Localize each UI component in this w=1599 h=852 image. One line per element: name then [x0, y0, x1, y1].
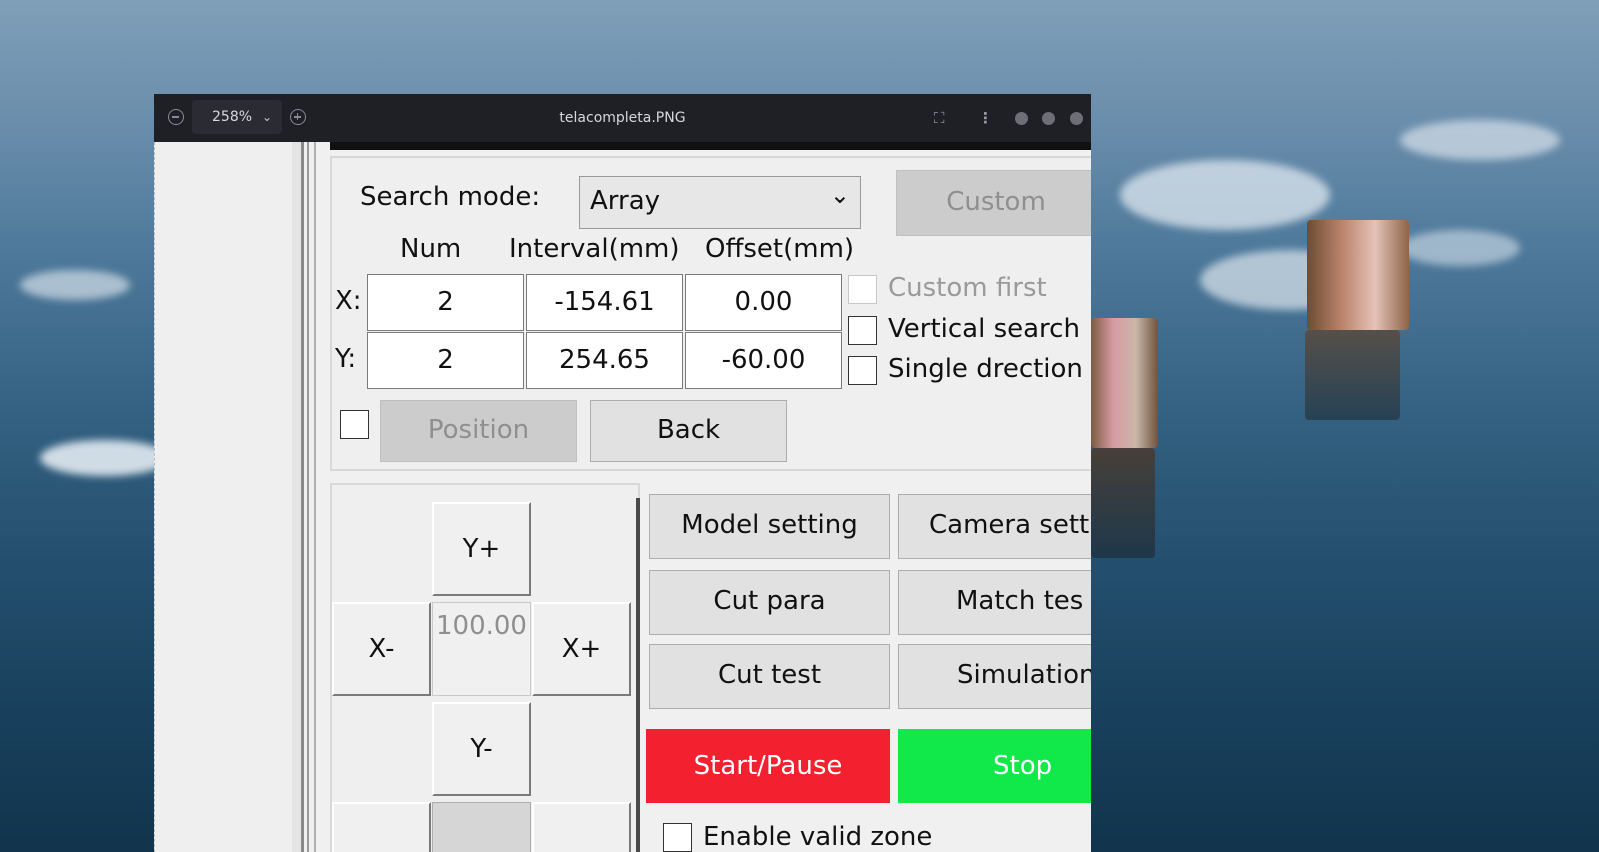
jog-button-lower-left[interactable]: [332, 802, 431, 852]
wallpaper-post: [1091, 318, 1158, 448]
single-direction-label: Single drection: [888, 354, 1083, 384]
wallpaper-cloud: [1400, 120, 1560, 160]
stop-button[interactable]: Stop: [898, 729, 1091, 803]
custom-first-checkbox[interactable]: [848, 275, 877, 304]
x-num-field[interactable]: 2: [367, 274, 524, 331]
left-panel: [154, 142, 295, 852]
chevron-down-icon: ⌄: [829, 181, 850, 209]
custom-button[interactable]: Custom: [896, 170, 1091, 236]
top-toolbar-strip: [330, 142, 1091, 150]
x-offset-field[interactable]: 0.00: [685, 274, 842, 331]
more-options-icon[interactable]: ⋮: [978, 109, 993, 127]
vertical-search-checkbox[interactable]: [848, 316, 877, 345]
wallpaper-post-reflection: [1091, 448, 1155, 558]
splitter-line: [307, 142, 309, 852]
back-button[interactable]: Back: [590, 400, 787, 462]
maximize-button[interactable]: [1042, 112, 1055, 125]
jog-button-lower-center[interactable]: [432, 802, 531, 852]
section-divider: [636, 498, 640, 852]
column-header-num: Num: [400, 234, 462, 264]
simulation-button[interactable]: Simulation: [898, 644, 1091, 709]
y-interval-field[interactable]: 254.65: [526, 332, 683, 389]
image-viewer-window: 258% ⌄ telacompleta.PNG ⛶ ⋮ Search mode:…: [154, 94, 1091, 852]
jog-button-lower-right[interactable]: [532, 802, 631, 852]
search-mode-value: Array: [590, 186, 661, 216]
model-setting-button[interactable]: Model setting: [649, 494, 890, 559]
wallpaper-cloud: [1400, 230, 1520, 266]
camera-setting-button[interactable]: Camera setti: [898, 494, 1091, 559]
wallpaper-post-reflection: [1305, 330, 1400, 420]
custom-first-label: Custom first: [888, 273, 1047, 303]
search-mode-select[interactable]: Array ⌄: [579, 176, 861, 229]
screenshot-content: Search mode: Array ⌄ Custom Num Interval…: [154, 142, 1091, 852]
match-test-button[interactable]: Match tes: [898, 570, 1091, 635]
jog-step-field[interactable]: 100.00: [432, 602, 531, 696]
position-button[interactable]: Position: [380, 400, 577, 462]
x-minus-button[interactable]: X-: [332, 602, 431, 696]
search-mode-label: Search mode:: [360, 182, 541, 212]
enable-valid-zone-checkbox[interactable]: [663, 823, 692, 852]
vertical-search-label: Vertical search: [888, 314, 1080, 344]
column-header-offset: Offset(mm): [705, 234, 855, 264]
y-offset-field[interactable]: -60.00: [685, 332, 842, 389]
y-num-field[interactable]: 2: [367, 332, 524, 389]
splitter-line: [314, 142, 316, 852]
cut-test-button[interactable]: Cut test: [649, 644, 890, 709]
splitter-line: [301, 142, 304, 852]
viewer-titlebar: 258% ⌄ telacompleta.PNG ⛶ ⋮: [154, 94, 1091, 142]
window-title: telacompleta.PNG: [559, 110, 686, 126]
y-plus-button[interactable]: Y+: [432, 502, 531, 596]
y-row-label: Y:: [335, 344, 357, 374]
position-enable-checkbox[interactable]: [340, 410, 369, 439]
column-header-interval: Interval(mm): [509, 234, 680, 264]
splitter-bar: [292, 142, 301, 852]
single-direction-checkbox[interactable]: [848, 356, 877, 385]
start-pause-button[interactable]: Start/Pause: [646, 729, 890, 803]
x-interval-field[interactable]: -154.61: [526, 274, 683, 331]
x-plus-button[interactable]: X+: [532, 602, 631, 696]
wallpaper-cloud: [1120, 160, 1330, 230]
wallpaper-cloud: [20, 270, 130, 300]
close-button[interactable]: [1070, 112, 1083, 125]
enable-valid-zone-label: Enable valid zone: [703, 822, 933, 852]
x-row-label: X:: [335, 286, 362, 316]
minimize-button[interactable]: [1015, 112, 1028, 125]
cut-para-button[interactable]: Cut para: [649, 570, 890, 635]
y-minus-button[interactable]: Y-: [432, 702, 531, 796]
wallpaper-post: [1307, 220, 1409, 330]
wallpaper-cloud: [40, 440, 170, 476]
fullscreen-icon[interactable]: ⛶: [934, 109, 945, 127]
